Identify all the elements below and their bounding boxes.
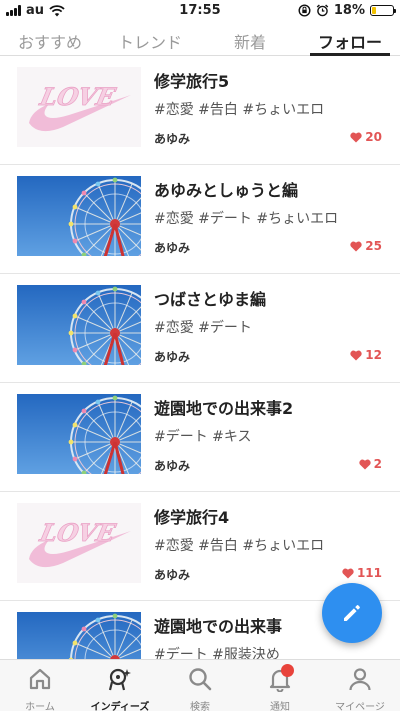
status-right: 18% (298, 3, 396, 18)
tab-new[interactable]: 新着 (200, 26, 300, 55)
battery-icon (370, 5, 396, 16)
story-item[interactable]: LOVE 修学旅行5 #恋愛 #告白 #ちょいエロ あゆみ 20 (0, 56, 400, 165)
heart-icon (350, 350, 362, 360)
notification-badge (281, 664, 294, 677)
ferris-wheel-image (17, 176, 141, 256)
rotation-lock-icon (298, 4, 311, 17)
like-count: 12 (365, 348, 382, 362)
ferris-wheel-image (17, 285, 141, 365)
story-thumbnail-ferris-wheel (17, 612, 141, 659)
story-tags: #恋愛 #デート #ちょいエロ (154, 211, 339, 227)
indies-icon (108, 668, 131, 691)
story-thumbnail-love: LOVE (17, 67, 141, 147)
alarm-icon (316, 4, 329, 17)
home-icon (29, 668, 51, 690)
status-bar: au 17:55 18% (0, 0, 400, 22)
nav-mypage[interactable]: マイページ (320, 660, 400, 711)
search-icon (189, 668, 212, 691)
heart-icon (350, 132, 362, 142)
like-count: 2 (373, 457, 382, 471)
nav-notifications[interactable]: 通知 (240, 660, 320, 711)
story-author[interactable]: あゆみ (154, 130, 190, 147)
story-thumbnail-love: LOVE (17, 503, 141, 583)
story-tags: #恋愛 #デート (154, 320, 252, 336)
ferris-wheel-image (17, 612, 141, 659)
story-author[interactable]: あゆみ (154, 566, 190, 583)
heart-icon (342, 568, 354, 578)
story-author[interactable]: あゆみ (154, 239, 190, 256)
like-count: 111 (356, 566, 382, 580)
bottom-nav: ホーム インディーズ 検索 通知 マイページ (0, 659, 400, 711)
story-thumbnail-ferris-wheel (17, 285, 141, 365)
story-tags: #恋愛 #告白 #ちょいエロ (154, 102, 325, 118)
ferris-wheel-image (17, 394, 141, 474)
story-likes: 20 (350, 130, 382, 144)
heart-icon (359, 459, 371, 469)
story-author[interactable]: あゆみ (154, 348, 190, 365)
story-thumbnail-ferris-wheel (17, 176, 141, 256)
love-logo-image: LOVE (17, 503, 141, 583)
heart-icon (350, 241, 362, 251)
story-likes: 111 (342, 566, 382, 580)
nav-mypage-label: マイページ (335, 702, 385, 711)
battery-level-fill (372, 7, 376, 14)
nav-notifications-label: 通知 (270, 702, 290, 711)
love-logo-text: LOVE (37, 518, 119, 547)
story-tags: #デート #服装決め (154, 647, 280, 659)
story-author[interactable]: あゆみ (154, 457, 190, 474)
tab-recommended[interactable]: おすすめ (0, 26, 100, 55)
nav-search[interactable]: 検索 (160, 660, 240, 711)
story-thumbnail-ferris-wheel (17, 394, 141, 474)
story-title: 修学旅行5 (154, 72, 230, 91)
nav-search-label: 検索 (190, 702, 210, 711)
nav-indies[interactable]: インディーズ (80, 660, 160, 711)
story-likes: 12 (350, 348, 382, 362)
pencil-icon (344, 605, 360, 621)
tab-bar: おすすめ トレンド 新着 フォロー (0, 26, 400, 56)
like-count: 25 (365, 239, 382, 253)
story-item[interactable]: つばさとゆま編 #恋愛 #デート あゆみ 12 (0, 274, 400, 383)
nav-indies-label: インディーズ (90, 702, 150, 711)
love-logo-image: LOVE (17, 67, 141, 147)
tab-trend[interactable]: トレンド (100, 26, 200, 55)
story-likes: 2 (359, 457, 382, 471)
story-title: あゆみとしゅうと編 (154, 181, 299, 200)
like-count: 20 (365, 130, 382, 144)
love-logo-text: LOVE (37, 82, 119, 111)
nav-home-label: ホーム (25, 702, 55, 711)
story-likes: 25 (350, 239, 382, 253)
story-item[interactable]: あゆみとしゅうと編 #恋愛 #デート #ちょいエロ あゆみ 25 (0, 165, 400, 274)
story-tags: #恋愛 #告白 #ちょいエロ (154, 538, 325, 554)
battery-percent: 18% (333, 3, 365, 18)
story-title: 遊園地での出来事2 (154, 399, 294, 418)
story-title: 修学旅行4 (154, 508, 230, 527)
nav-home[interactable]: ホーム (0, 660, 80, 711)
story-title: つばさとゆま編 (154, 290, 267, 309)
story-item[interactable]: 遊園地での出来事2 #デート #キス あゆみ 2 (0, 383, 400, 492)
write-story-button[interactable] (322, 583, 382, 643)
tab-follow[interactable]: フォロー (300, 26, 400, 56)
story-title: 遊園地での出来事 (154, 617, 283, 636)
person-icon (349, 668, 371, 691)
story-tags: #デート #キス (154, 429, 252, 445)
story-list: LOVE 修学旅行5 #恋愛 #告白 #ちょいエロ あゆみ 20 あゆみとしゅう… (0, 56, 400, 659)
